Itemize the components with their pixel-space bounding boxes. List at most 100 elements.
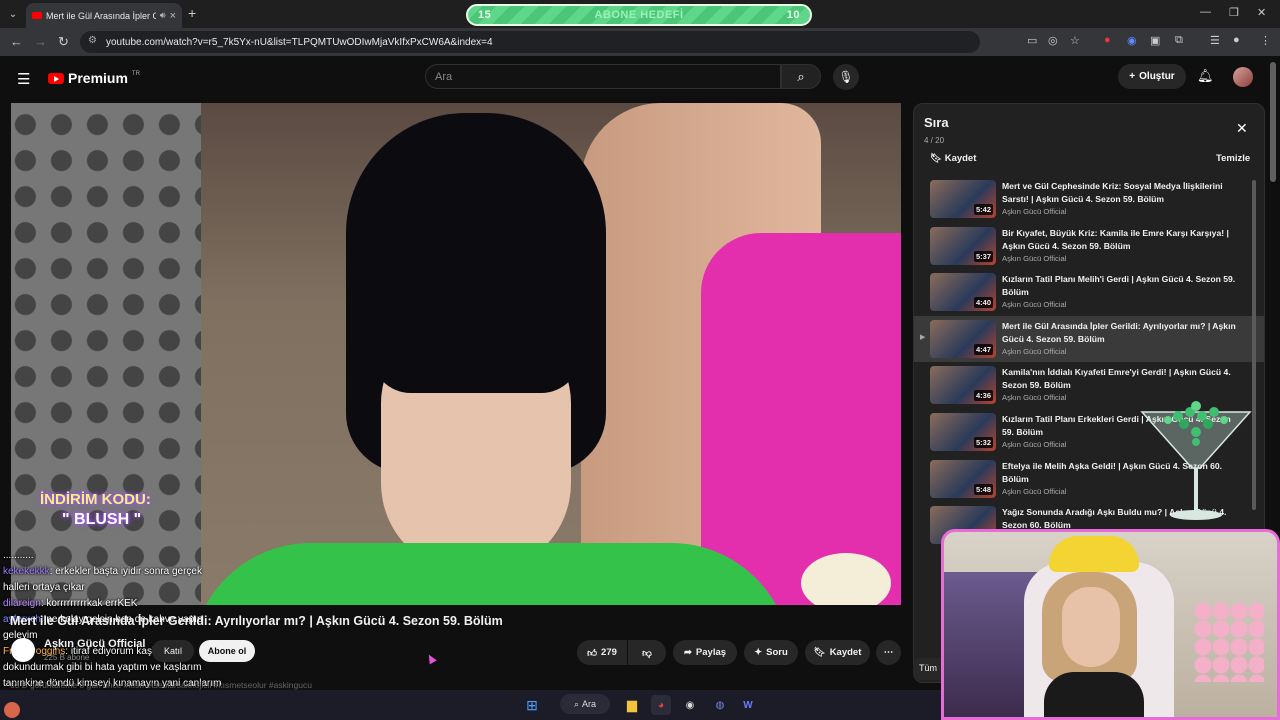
discord-icon[interactable]: ◍ <box>710 695 730 715</box>
bookmark-star-icon[interactable]: ☆ <box>1070 34 1080 47</box>
subscriber-goal-bar: 15 ABONE HEDEFİ 10 <box>466 4 812 26</box>
description-preview[interactable]: 63 B görüntüleme 8 gün önce #kısmetseolu… <box>10 680 312 690</box>
save-button[interactable]: 🔖︎ Kaydet <box>805 640 870 665</box>
search-icon[interactable]: ⌕ <box>781 64 821 89</box>
share-button[interactable]: ➦ Paylaş <box>673 640 737 665</box>
chat-line: kekekekkk: erkekler başta iyidir sonra g… <box>3 566 202 577</box>
chat-dots: ........... <box>3 550 34 561</box>
list-item[interactable]: 4:40 Kızların Tatil Planı Melih'i Gerdi … <box>914 269 1264 316</box>
extension-blue-icon[interactable]: ◉ <box>1127 34 1137 47</box>
queue-item-title[interactable]: Bir Kıyafet, Büyük Kriz: Kamila ile Emre… <box>1002 227 1242 253</box>
video-duration: 4:36 <box>973 390 993 402</box>
reading-list-icon[interactable]: ☰ <box>1210 34 1220 47</box>
subscribe-button[interactable]: Abone ol <box>199 640 255 662</box>
channel-name[interactable]: Aşkın Gücü Official <box>44 638 145 650</box>
microphone-icon[interactable]: 🎙︎ <box>833 64 859 90</box>
thumbs-up-icon: 👍︎ <box>587 647 598 659</box>
queue-item-title[interactable]: Mert ile Gül Arasında İpler Gerildi: Ayr… <box>1002 320 1242 346</box>
queue-item-title[interactable]: Kamila'nın İddialı Kıyafeti Emre'yi Gerd… <box>1002 366 1242 392</box>
app-icon[interactable]: W <box>738 695 758 715</box>
video-thumbnail[interactable]: 5:32 <box>930 412 996 451</box>
bookmark-icon: 🔖︎ <box>930 153 943 164</box>
close-icon[interactable]: ✕ <box>1236 120 1248 137</box>
like-count: 279 <box>601 647 617 658</box>
webcam-overlay <box>941 529 1280 720</box>
more-actions-icon[interactable]: ⋯ <box>876 640 901 665</box>
window-close-icon[interactable]: ✕ <box>1257 6 1266 19</box>
windows-taskbar <box>0 690 941 720</box>
video-thumbnail[interactable]: 4:47 <box>930 319 996 358</box>
address-bar[interactable]: ⚙ youtube.com/watch?v=r5_7k5Yx-nU&list=T… <box>80 31 980 53</box>
profile-icon[interactable]: ● <box>1233 34 1240 46</box>
queue-clear-button[interactable]: Temizle <box>1216 153 1250 164</box>
thumbs-down-icon: 👎︎ <box>642 647 652 659</box>
tab-close-icon[interactable]: × <box>170 10 176 22</box>
chrome-icon[interactable]: ◕ <box>651 695 671 715</box>
queue-item-title[interactable]: Kızların Tatil Planı Melih'i Gerdi | Aşk… <box>1002 273 1242 299</box>
avatar[interactable] <box>4 702 20 718</box>
queue-item-channel: Aşkın Gücü Official <box>1002 346 1067 356</box>
site-info-icon[interactable]: ⚙ <box>88 35 97 46</box>
extension-icon[interactable]: ▣ <box>1150 34 1160 47</box>
list-item[interactable]: 5:37 Bir Kıyafet, Büyük Kriz: Kamila ile… <box>914 223 1264 270</box>
share-label: Paylaş <box>695 647 727 658</box>
restore-icon[interactable]: ❐ <box>1229 6 1239 19</box>
youtube-favicon-icon <box>32 12 42 19</box>
browser-tab[interactable]: Mert ile Gül Arasında İpler G 🔊︎ × <box>26 3 182 28</box>
file-explorer-icon[interactable]: ▆ <box>622 695 642 715</box>
now-playing-icon: ▶ <box>920 333 926 341</box>
eye-off-icon[interactable]: ◎ <box>1048 34 1058 47</box>
promo-code-overlay: İNDİRİM KODU: " BLUSH " <box>40 490 151 530</box>
list-item-current[interactable]: ▶ 4:47 Mert ile Gül Arasında İpler Geril… <box>914 315 1264 363</box>
video-thumbnail[interactable]: 4:40 <box>930 273 996 312</box>
video-thumbnail[interactable]: 5:48 <box>930 459 996 498</box>
speaker-icon[interactable]: 🔊︎ <box>160 10 166 21</box>
video-thumbnail[interactable]: 4:36 <box>930 366 996 405</box>
list-item[interactable]: 5:42 Mert ve Gül Cephesinde Kriz: Sosyal… <box>914 176 1264 223</box>
page-scrollbar[interactable] <box>1270 62 1276 182</box>
ask-button[interactable]: ✦ Soru <box>744 640 798 665</box>
logo-text: Premium <box>68 70 128 86</box>
promo-line-2: " BLUSH " <box>62 511 142 528</box>
menu-icon[interactable]: ☰ <box>17 70 30 88</box>
minimize-icon[interactable]: — <box>1200 6 1211 18</box>
taskbar-search[interactable]: ⌕ Ara <box>560 694 610 714</box>
create-label: Oluştur <box>1139 71 1175 82</box>
search-input[interactable]: Ara <box>425 64 781 89</box>
new-tab-icon[interactable]: + <box>188 5 196 21</box>
video-duration: 5:42 <box>973 204 993 215</box>
windows-start-icon[interactable]: ⊞ <box>522 695 542 715</box>
extension-red-icon[interactable]: ● <box>1104 34 1111 46</box>
subscriber-count: 225 B abone <box>44 653 90 662</box>
avatar[interactable] <box>1233 67 1253 87</box>
queue-item-channel: Aşkın Gücü Official <box>1002 207 1067 216</box>
queue-save-button[interactable]: 🔖︎ Kaydet <box>930 153 976 164</box>
queue-item-title[interactable]: Mert ve Gül Cephesinde Kriz: Sosyal Medy… <box>1002 180 1242 206</box>
browser-menu-icon[interactable]: ⋮ <box>1260 34 1271 47</box>
queue-item-channel: Aşkın Gücü Official <box>1002 486 1067 496</box>
goal-label: ABONE HEDEFİ <box>594 9 684 21</box>
notifications-bell-icon[interactable]: 🔔︎ <box>1197 68 1214 84</box>
tab-search-icon[interactable]: ⌄ <box>0 0 26 28</box>
forward-icon[interactable]: → <box>34 34 47 49</box>
mouse-cursor-icon <box>425 652 437 665</box>
goal-right-value: 10 <box>786 9 800 21</box>
obs-icon[interactable]: ◉ <box>680 695 700 715</box>
create-button[interactable]: + Oluştur <box>1118 64 1186 89</box>
share-icon: ➦ <box>683 647 692 658</box>
sparkle-icon: ✦ <box>754 647 763 658</box>
extensions-puzzle-icon[interactable]: ⧉ <box>1175 34 1183 47</box>
back-icon[interactable]: ← <box>10 34 23 49</box>
video-duration: 5:37 <box>973 250 993 262</box>
youtube-logo[interactable]: Premium TR <box>48 70 140 86</box>
join-button[interactable]: Katıl <box>152 640 194 662</box>
youtube-play-icon <box>48 72 64 84</box>
video-thumbnail[interactable]: 5:37 <box>930 226 996 265</box>
channel-avatar[interactable] <box>11 638 35 662</box>
reload-icon[interactable]: ↻ <box>58 34 69 50</box>
queue-item-channel: Aşkın Gücü Official <box>1002 253 1067 263</box>
like-button[interactable]: 👍︎ 279 <box>577 640 627 665</box>
dislike-button[interactable]: 👎︎ <box>628 640 666 665</box>
video-thumbnail[interactable]: 5:42 <box>930 180 996 218</box>
cast-icon[interactable]: ▭ <box>1027 34 1037 47</box>
